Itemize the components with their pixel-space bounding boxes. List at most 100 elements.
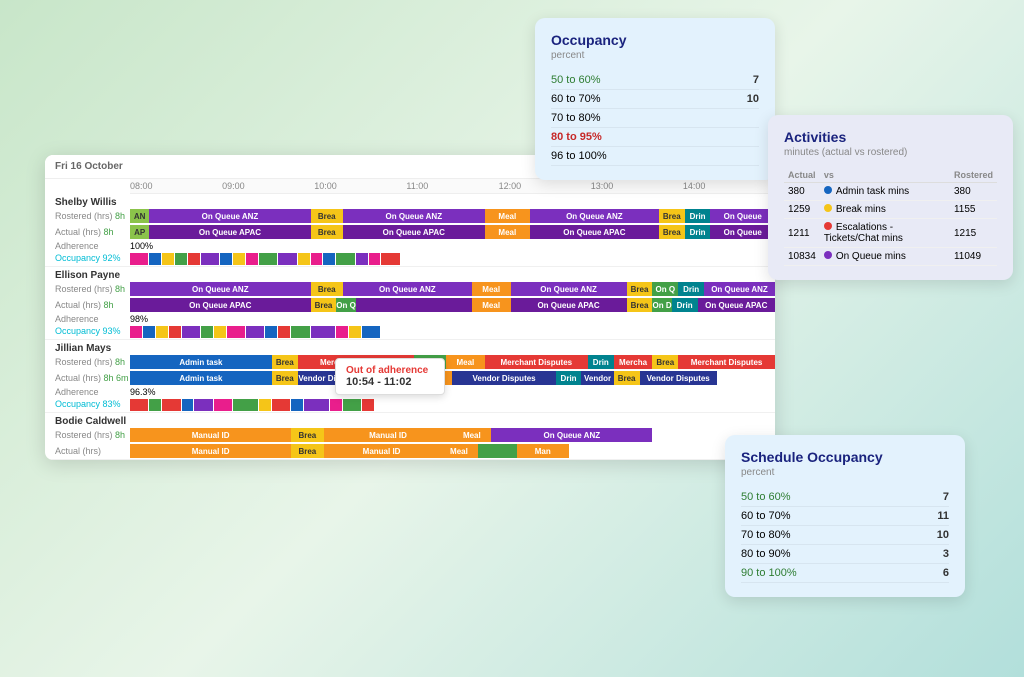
small-timeline-jillian <box>130 399 775 411</box>
act-header-vs: vs <box>820 168 950 183</box>
seg-break-1: Brea <box>311 209 343 223</box>
sched-occ-title: Schedule Occupancy <box>741 449 949 465</box>
jillian-act-label: Actual (hrs) 8h 6m <box>45 373 130 383</box>
occupancy-table: 50 to 60% 7 60 to 70% 10 70 to 80% 80 to… <box>551 71 759 166</box>
sched-occ-label-5: 90 to 100% <box>741 567 797 579</box>
occ-row-2: 60 to 70% 10 <box>551 90 759 109</box>
bodie-seg-4: Meal <box>453 428 492 442</box>
sched-occ-val-3: 10 <box>937 529 949 541</box>
row-label-actual: Actual (hrs) 8h <box>45 227 130 237</box>
act-rostered-2: 1155 <box>950 201 997 219</box>
occ-label-3: 70 to 80% <box>551 112 601 124</box>
bodie-act-label: Actual (hrs) <box>45 446 130 456</box>
jillian-apac-10: Brea <box>614 371 640 385</box>
jillian-seg-6: Merchant Disputes <box>485 355 588 369</box>
seg-anz-start: AN <box>130 209 149 223</box>
activities-title: Activities <box>784 129 997 145</box>
seg-meal-apac: Meal <box>485 225 530 239</box>
seg-drink: Drin <box>685 209 711 223</box>
jillian-seg-1: Admin task <box>130 355 272 369</box>
seg-drink-apac: Drin <box>685 225 711 239</box>
sched-occ-val-5: 6 <box>943 567 949 579</box>
sched-occ-val-1: 7 <box>943 491 949 503</box>
bodie-apac-2: Brea <box>291 444 323 458</box>
timeline-shelby-rostered-anz: AN On Queue ANZ Brea On Queue ANZ Meal O… <box>130 209 775 223</box>
sched-occ-val-4: 3 <box>943 548 949 560</box>
ellison-apac-4 <box>356 298 472 312</box>
jillian-seg-7: Drin <box>588 355 614 369</box>
schedule-occupancy-card: Schedule Occupancy percent 50 to 60% 7 6… <box>725 435 965 597</box>
agent-section-ellison: Ellison Payne Rostered (hrs) 8h On Queue… <box>45 267 775 340</box>
ellison-apac-1: On Queue APAC <box>130 298 311 312</box>
bodie-apac-4: Meal <box>440 444 479 458</box>
ellison-seg-2: Brea <box>311 282 343 296</box>
bodie-apac-3: Manual ID <box>324 444 440 458</box>
occ-label-4: 80 to 95% <box>551 131 602 143</box>
bodie-seg-1: Manual ID <box>130 428 291 442</box>
act-actual-3: 1211 <box>784 219 820 248</box>
jillian-seg-8: Mercha <box>614 355 653 369</box>
jillian-seg-9: Brea <box>652 355 678 369</box>
schedule-panel: Fri 16 October 08:00 09:00 10:00 11:00 1… <box>45 155 775 460</box>
ellison-seg-7: On Q <box>652 282 678 296</box>
jillian-seg-2: Brea <box>272 355 298 369</box>
bodie-seg-3: Manual ID <box>324 428 453 442</box>
act-label-2: Break mins <box>820 201 950 219</box>
seg-onqueue-anz-1: On Queue ANZ <box>149 209 310 223</box>
seg-onqueue-anz-4: On Queue <box>710 209 775 223</box>
time-11: 11:00 <box>406 181 498 191</box>
sched-occ-row-2: 60 to 70% 11 <box>741 507 949 526</box>
seg-onqueue-apac-4: On Queue <box>710 225 775 239</box>
agent-row-bodie-rostered: Rostered (hrs) 8h Manual ID Brea Manual … <box>45 427 775 443</box>
time-header: 08:00 09:00 10:00 11:00 12:00 13:00 14:0… <box>130 179 775 194</box>
agent-name-jillian: Jillian Mays <box>45 340 775 354</box>
sched-occ-row-1: 50 to 60% 7 <box>741 488 949 507</box>
agent-row-bodie-actual: Actual (hrs) Manual ID Brea Manual ID Me… <box>45 443 775 459</box>
ellison-apac-8: On D <box>652 298 671 312</box>
sched-occ-row-4: 80 to 90% 3 <box>741 545 949 564</box>
seg-meal: Meal <box>485 209 530 223</box>
sched-occ-label-4: 80 to 90% <box>741 548 791 560</box>
act-actual-1: 380 <box>784 183 820 201</box>
occupancy-row-ellison: Occupancy 93% <box>45 325 775 339</box>
agent-row-ellison-actual: Actual (hrs) 8h On Queue APAC Brea On Q … <box>45 297 775 313</box>
bodie-apac-1: Manual ID <box>130 444 291 458</box>
act-label-1: Admin task mins <box>820 183 950 201</box>
timeline-jillian-apac: Admin task Brea Vendor Disputes Ven Meet… <box>130 371 775 385</box>
act-header-rostered: Rostered <box>950 168 997 183</box>
time-12: 12:00 <box>499 181 591 191</box>
seg-break-apac-2: Brea <box>659 225 685 239</box>
sched-occ-label-1: 50 to 60% <box>741 491 791 503</box>
ellison-apac-2: Brea <box>311 298 337 312</box>
activities-subtitle: minutes (actual vs rostered) <box>784 147 997 158</box>
jillian-apac-7: Vendor Disputes <box>452 371 555 385</box>
ellison-apac-3: On Q <box>336 298 355 312</box>
ellison-seg-8: Drin <box>678 282 704 296</box>
ellison-seg-1: On Queue ANZ <box>130 282 311 296</box>
time-09: 09:00 <box>222 181 314 191</box>
act-row-2: 1259 Break mins 1155 <box>784 201 997 219</box>
jillian-seg-5: Meal <box>446 355 485 369</box>
bodie-apac-6: Man <box>517 444 569 458</box>
occupancy-card: Occupancy percent 50 to 60% 7 60 to 70% … <box>535 18 775 180</box>
seg-break-2: Brea <box>659 209 685 223</box>
tooltip-title: Out of adherence <box>346 365 434 376</box>
agent-row-ellison-rostered: Rostered (hrs) 8h On Queue ANZ Brea On Q… <box>45 281 775 297</box>
activities-table: Actual vs Rostered 380 Admin task mins 3… <box>784 168 997 266</box>
ellison-apac-6: On Queue APAC <box>511 298 627 312</box>
bodie-apac-5 <box>478 444 517 458</box>
jillian-seg-10: Merchant Disputes <box>678 355 775 369</box>
sched-occ-subtitle: percent <box>741 467 949 478</box>
act-rostered-3: 1215 <box>950 219 997 248</box>
occ-val-2: 10 <box>747 93 759 105</box>
adherence-tooltip: Out of adherence 10:54 - 11:02 <box>335 358 445 395</box>
jillian-apac-8: Drin <box>556 371 582 385</box>
act-label-4: On Queue mins <box>820 248 950 266</box>
time-14: 14:00 <box>683 181 775 191</box>
occupancy-title: Occupancy <box>551 32 759 48</box>
activities-card: Activities minutes (actual vs rostered) … <box>768 115 1013 280</box>
ellison-act-label: Actual (hrs) 8h <box>45 300 130 310</box>
jillian-apac-11: Vendor Disputes <box>640 371 717 385</box>
act-actual-2: 1259 <box>784 201 820 219</box>
occ-row-3: 70 to 80% <box>551 109 759 128</box>
